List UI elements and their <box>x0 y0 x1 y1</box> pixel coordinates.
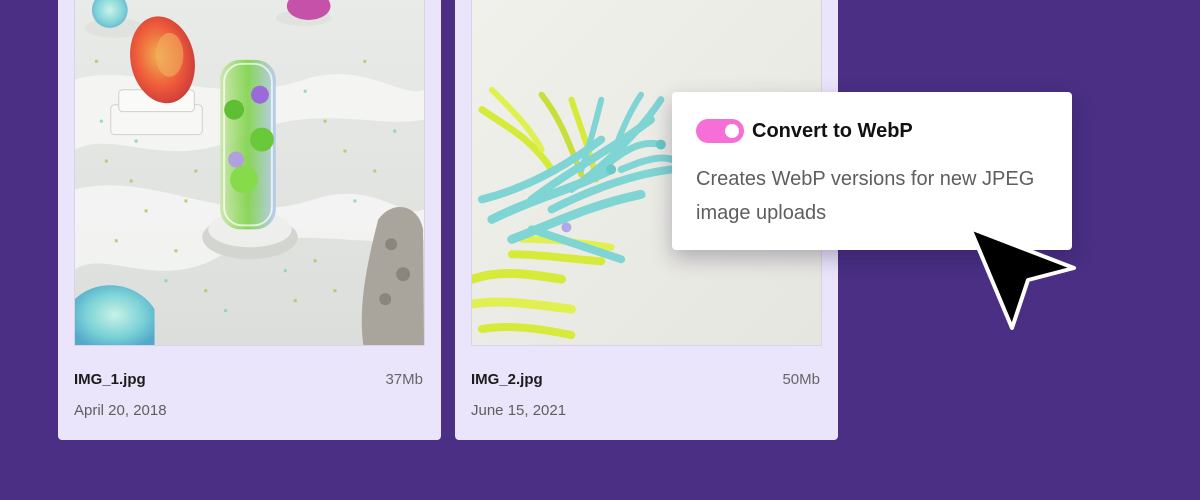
file-date: June 15, 2021 <box>471 402 567 419</box>
file-name: IMG_2.jpg <box>471 371 543 388</box>
file-card[interactable]: IMG_1.jpg 37Mb April 20, 2018 <box>58 0 441 440</box>
toggle-knob <box>725 124 739 138</box>
file-size: 50Mb <box>782 371 820 388</box>
popover-description: Creates WebP versions for new JPEG image… <box>696 168 1035 224</box>
image-thumbnail[interactable] <box>74 0 425 346</box>
toggle-switch-icon[interactable] <box>696 119 744 143</box>
webp-option-popover: Convert to WebP Creates WebP versions fo… <box>672 92 1072 250</box>
image-1-preview <box>75 0 424 345</box>
file-date: April 20, 2018 <box>74 402 167 419</box>
popover-title: Convert to WebP <box>752 120 913 142</box>
file-name: IMG_1.jpg <box>74 371 146 388</box>
file-size: 37Mb <box>385 371 423 388</box>
